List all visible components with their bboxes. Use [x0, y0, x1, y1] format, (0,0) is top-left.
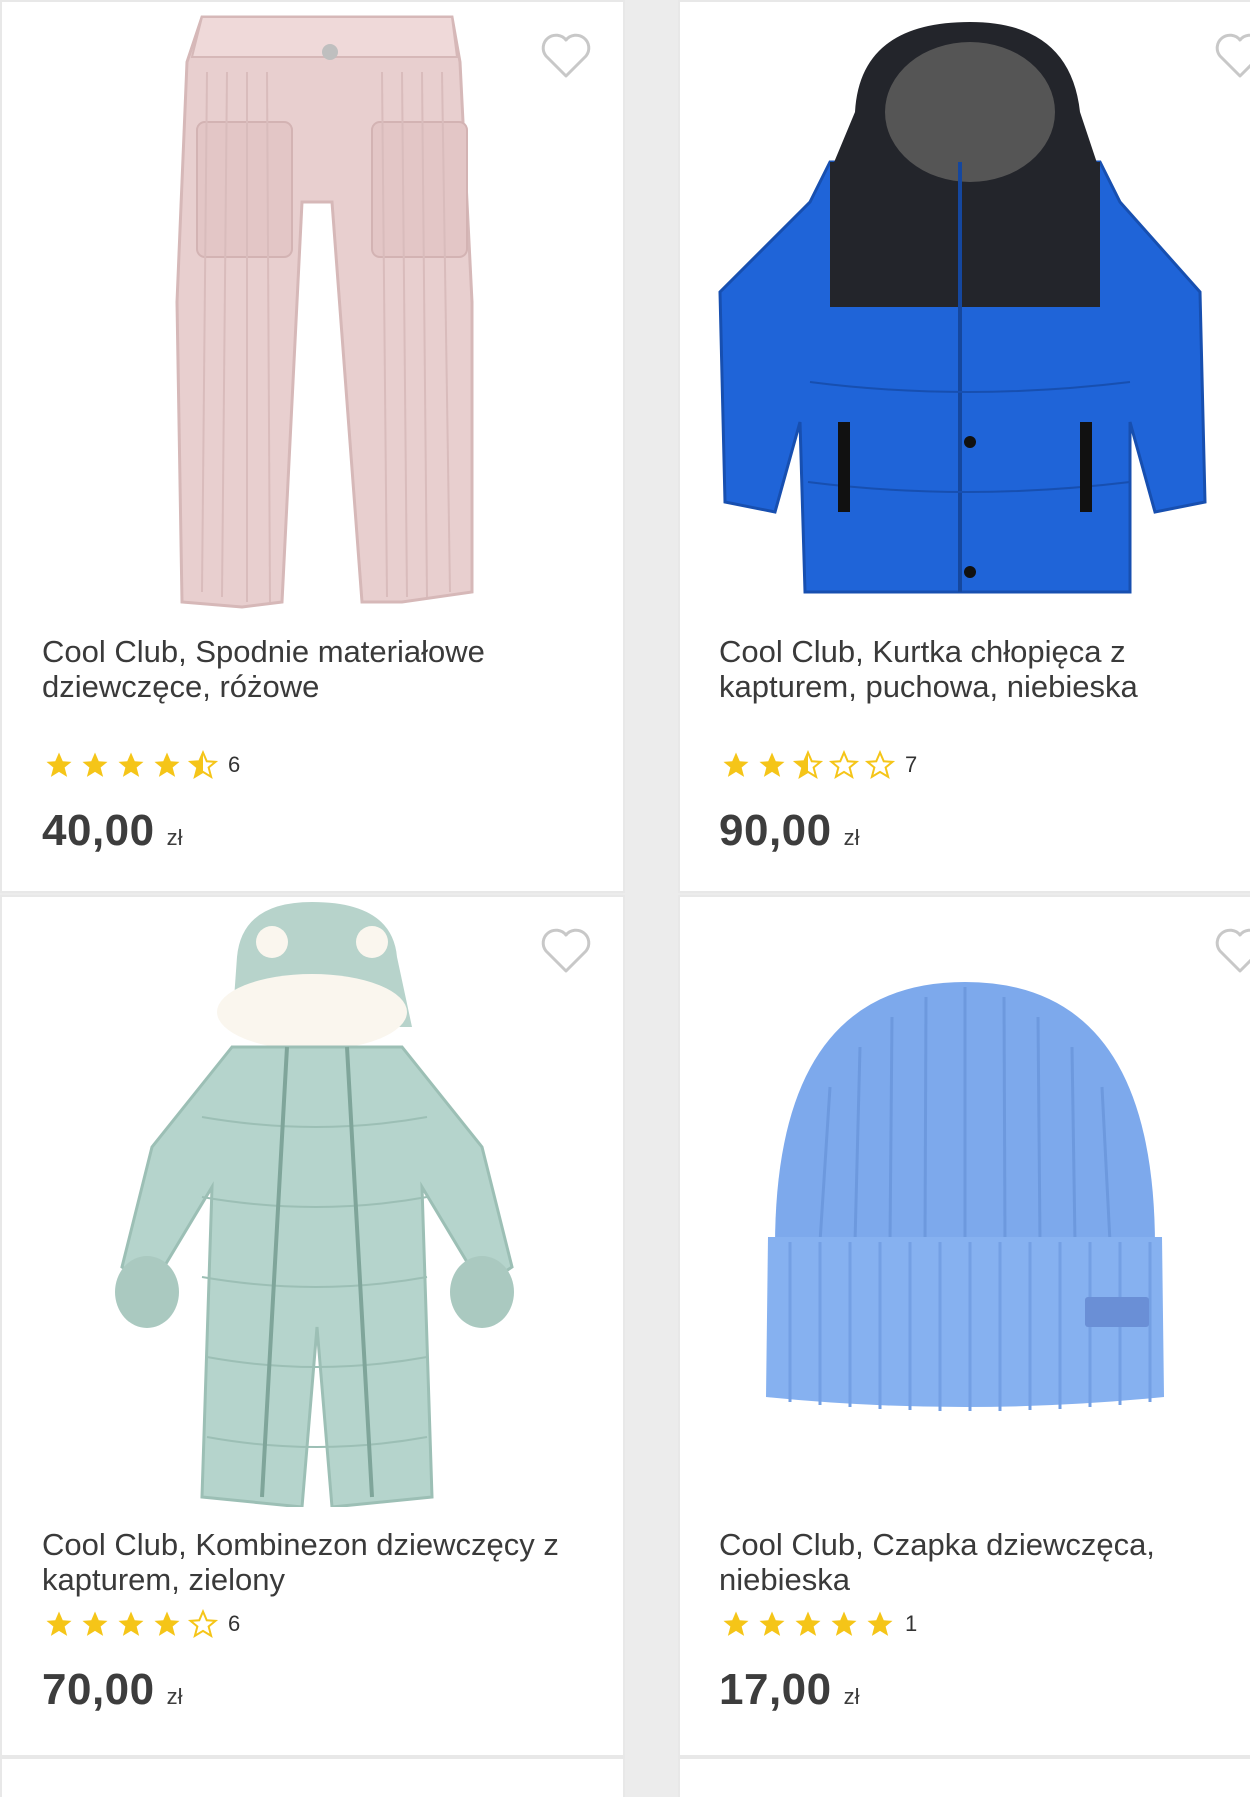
- star-full-icon: [723, 1611, 749, 1636]
- product-card-partial[interactable]: [678, 1757, 1250, 1797]
- product-card[interactable]: Cool Club, Kurtka chłopięca z kapturem, …: [678, 0, 1250, 893]
- price-amount: 17,00: [719, 1665, 832, 1714]
- product-price: 70,00 zł: [42, 1665, 183, 1715]
- product-image-blue-jacket[interactable]: [680, 2, 1250, 612]
- star-full-icon: [723, 752, 749, 777]
- price-currency: zł: [843, 825, 860, 850]
- product-image-pink-trousers[interactable]: [2, 2, 623, 612]
- rating-count: 6: [228, 752, 241, 777]
- product-rating: 6: [42, 750, 240, 780]
- product-rating: 1: [719, 1609, 917, 1639]
- star-empty-icon: [864, 750, 896, 780]
- product-title[interactable]: Cool Club, Spodnie materiałowe dziewczęc…: [42, 634, 582, 704]
- star-full-icon: [82, 1611, 108, 1636]
- product-card-partial[interactable]: [0, 1757, 625, 1797]
- star-full-icon: [831, 1611, 857, 1636]
- star-full-icon: [795, 1611, 821, 1636]
- brand-label-patch: [1085, 1297, 1149, 1327]
- product-card[interactable]: Cool Club, Czapka dziewczęca, niebieska …: [678, 895, 1250, 1757]
- heart-icon[interactable]: [1214, 925, 1250, 977]
- product-card[interactable]: Cool Club, Spodnie materiałowe dziewczęc…: [0, 0, 625, 893]
- star-full-icon: [759, 1611, 785, 1636]
- star-half-icon: [187, 750, 219, 780]
- star-full-icon: [154, 1611, 180, 1636]
- price-amount: 40,00: [42, 806, 155, 855]
- product-image-blue-beanie[interactable]: [680, 897, 1250, 1507]
- price-currency: zł: [843, 1684, 860, 1709]
- star-full-icon: [46, 1611, 72, 1636]
- star-full-icon: [46, 752, 72, 777]
- star-full-icon: [118, 752, 144, 777]
- price-currency: zł: [166, 1684, 183, 1709]
- rating-count: 6: [228, 1611, 241, 1636]
- product-rating: 6: [42, 1609, 240, 1639]
- rating-count: 1: [905, 1611, 918, 1636]
- heart-icon[interactable]: [1214, 30, 1250, 82]
- price-amount: 90,00: [719, 806, 832, 855]
- star-full-icon: [118, 1611, 144, 1636]
- product-image-mint-snowsuit[interactable]: [2, 897, 623, 1509]
- product-price: 90,00 zł: [719, 806, 860, 856]
- product-card[interactable]: Cool Club, Kombinezon dziewczęcy z kaptu…: [0, 895, 625, 1757]
- star-empty-icon: [187, 1609, 219, 1639]
- price-amount: 70,00: [42, 1665, 155, 1714]
- price-currency: zł: [166, 825, 183, 850]
- star-full-icon: [154, 752, 180, 777]
- star-full-icon: [867, 1611, 893, 1636]
- product-price: 17,00 zł: [719, 1665, 860, 1715]
- star-full-icon: [82, 752, 108, 777]
- heart-icon[interactable]: [540, 30, 592, 82]
- star-empty-icon: [828, 750, 860, 780]
- product-price: 40,00 zł: [42, 806, 183, 856]
- product-rating: 7: [719, 750, 917, 780]
- rating-count: 7: [905, 752, 918, 777]
- product-title[interactable]: Cool Club, Czapka dziewczęca, niebieska: [719, 1527, 1219, 1597]
- product-title[interactable]: Cool Club, Kurtka chłopięca z kapturem, …: [719, 634, 1219, 704]
- star-full-icon: [759, 752, 785, 777]
- product-title[interactable]: Cool Club, Kombinezon dziewczęcy z kaptu…: [42, 1527, 582, 1597]
- star-half-icon: [792, 750, 824, 780]
- heart-icon[interactable]: [540, 925, 592, 977]
